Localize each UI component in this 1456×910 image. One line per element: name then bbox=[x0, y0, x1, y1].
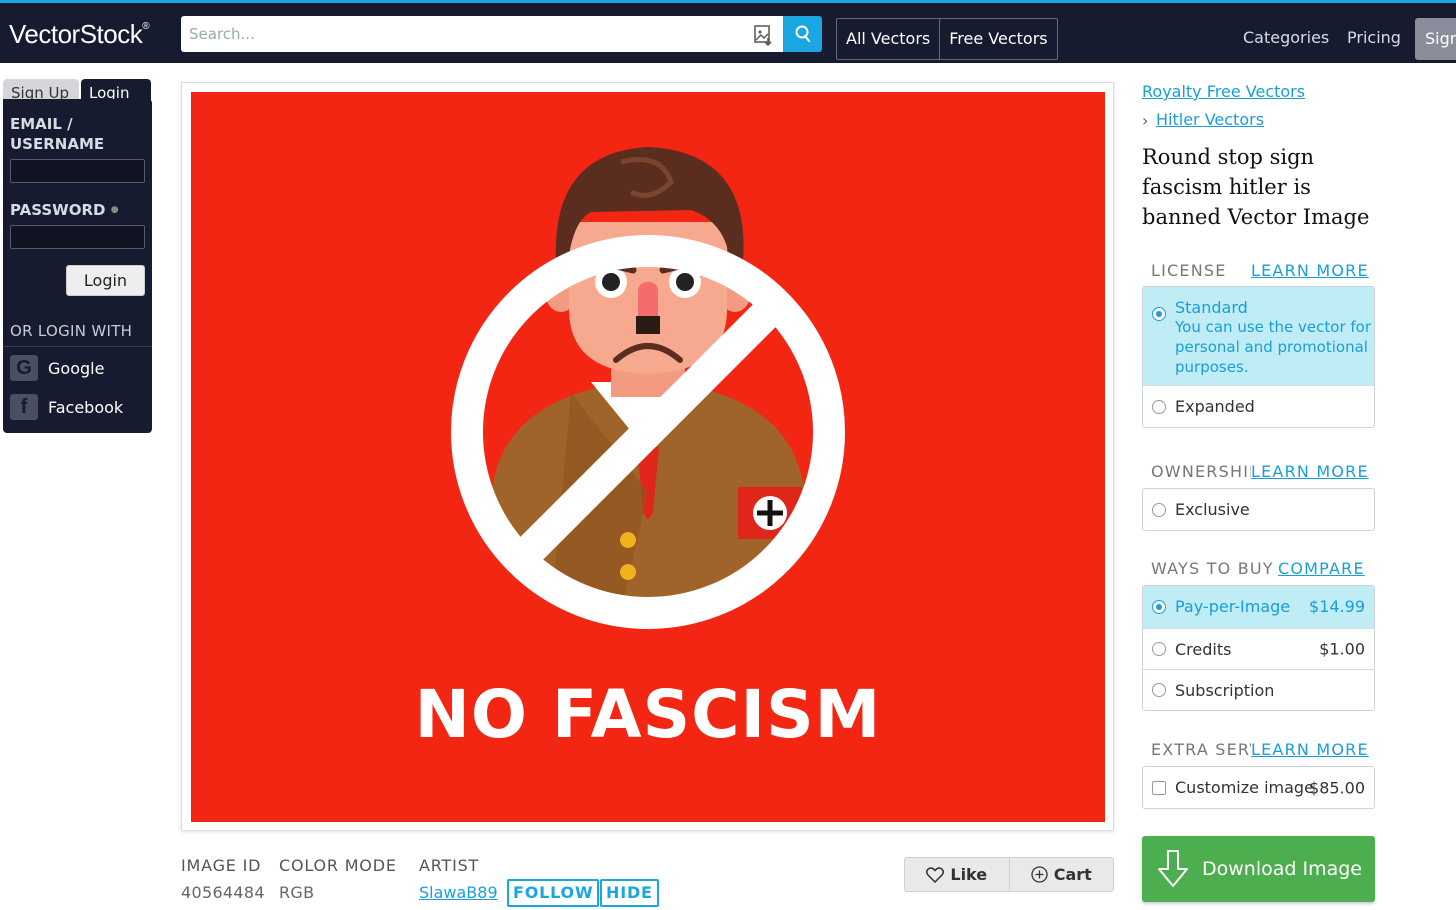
option-subscription[interactable]: Subscription bbox=[1143, 669, 1374, 710]
image-preview[interactable]: NO FASCISM bbox=[181, 82, 1114, 831]
option-customize-image[interactable]: Customize image $85.00 bbox=[1143, 767, 1374, 808]
option-pay-per-image[interactable]: Pay-per-Image $14.99 bbox=[1143, 586, 1374, 628]
search-button[interactable] bbox=[783, 16, 822, 52]
download-image-button[interactable]: Download Image bbox=[1142, 836, 1375, 902]
radio-exclusive[interactable] bbox=[1152, 502, 1166, 517]
google-icon: G bbox=[10, 355, 38, 381]
info-icon[interactable]: ● bbox=[111, 205, 119, 215]
breadcrumb-royalty-free[interactable]: Royalty Free Vectors bbox=[1142, 82, 1305, 101]
sign-up-button[interactable]: Sign bbox=[1415, 18, 1456, 60]
or-login-with: OR LOGIN WITH bbox=[10, 322, 133, 340]
option-credits[interactable]: Credits $1.00 bbox=[1143, 628, 1374, 669]
breadcrumb-separator: › bbox=[1142, 111, 1149, 130]
plus-circle-icon bbox=[1031, 866, 1048, 883]
download-arrow-icon bbox=[1158, 850, 1188, 887]
artist-label: ARTIST bbox=[419, 856, 480, 875]
nav-categories[interactable]: Categories bbox=[1243, 28, 1329, 47]
top-bar: VectorStock® All Vectors Free Vectors Ca… bbox=[0, 0, 1456, 63]
ownership-learn-more[interactable]: LEARN MORE bbox=[1251, 462, 1369, 481]
email-label: EMAIL / USERNAME bbox=[10, 115, 105, 153]
ownership-label: OWNERSHIP bbox=[1151, 462, 1260, 481]
ownership-options: Exclusive bbox=[1142, 488, 1375, 531]
tab-free-vectors[interactable]: Free Vectors bbox=[940, 19, 1056, 59]
color-mode-value: RGB bbox=[279, 883, 315, 902]
email-field[interactable] bbox=[10, 159, 145, 183]
radio-credits[interactable] bbox=[1152, 642, 1166, 656]
radio-pay-per-image[interactable] bbox=[1152, 600, 1166, 614]
breadcrumb-hitler-vectors[interactable]: Hitler Vectors bbox=[1156, 110, 1264, 129]
cart-button[interactable]: Cart bbox=[1010, 858, 1114, 891]
license-options: Standard You can use the vector for pers… bbox=[1142, 286, 1375, 428]
facebook-login[interactable]: f Facebook bbox=[10, 394, 123, 420]
password-label: PASSWORD ● bbox=[10, 201, 119, 219]
heart-icon bbox=[926, 866, 945, 883]
facebook-icon: f bbox=[10, 394, 38, 420]
image-caption: NO FASCISM bbox=[415, 676, 882, 753]
login-panel: EMAIL / USERNAME PASSWORD ● Login OR LOGI… bbox=[3, 99, 152, 433]
follow-button[interactable]: FOLLOW bbox=[507, 879, 600, 907]
like-button[interactable]: Like bbox=[905, 858, 1010, 891]
license-standard[interactable]: Standard You can use the vector for pers… bbox=[1143, 287, 1374, 385]
purchase-options: Pay-per-Image $14.99 Credits $1.00 Subsc… bbox=[1142, 585, 1375, 711]
nav-pricing[interactable]: Pricing bbox=[1347, 28, 1401, 47]
tab-all-vectors[interactable]: All Vectors bbox=[837, 19, 941, 59]
google-login[interactable]: G Google bbox=[10, 355, 104, 381]
artist-link[interactable]: SlawaB89 bbox=[419, 883, 498, 902]
divider bbox=[3, 346, 152, 347]
color-mode-label: COLOR MODE bbox=[279, 856, 397, 875]
license-label: LICENSE bbox=[1151, 261, 1227, 280]
ways-to-buy-label: WAYS TO BUY bbox=[1151, 559, 1274, 578]
image-id-label: IMAGE ID bbox=[181, 856, 262, 875]
vectorstock-logo[interactable]: VectorStock® bbox=[9, 19, 150, 50]
like-cart-group: Like Cart bbox=[904, 857, 1114, 892]
extra-services-options: Customize image $85.00 bbox=[1142, 766, 1375, 809]
license-expanded[interactable]: Expanded bbox=[1143, 385, 1374, 427]
radio-subscription[interactable] bbox=[1152, 683, 1166, 697]
password-field[interactable] bbox=[10, 225, 145, 249]
search-input[interactable] bbox=[181, 16, 741, 52]
compare-link[interactable]: COMPARE bbox=[1278, 559, 1365, 578]
checkbox-customize[interactable] bbox=[1152, 780, 1166, 795]
vector-artwork: NO FASCISM bbox=[191, 92, 1105, 822]
ownership-exclusive[interactable]: Exclusive bbox=[1143, 489, 1374, 530]
image-search-icon[interactable] bbox=[753, 24, 773, 47]
search-icon bbox=[795, 25, 810, 42]
radio-standard[interactable] bbox=[1152, 307, 1166, 321]
credits-price: $1.00 bbox=[1319, 639, 1365, 659]
license-learn-more[interactable]: LEARN MORE bbox=[1251, 261, 1369, 280]
page-title: Round stop sign fascism hitler is banned… bbox=[1142, 145, 1370, 229]
login-button[interactable]: Login bbox=[66, 265, 145, 296]
customize-price: $85.00 bbox=[1309, 778, 1365, 797]
pay-per-image-price: $14.99 bbox=[1309, 597, 1365, 616]
radio-expanded[interactable] bbox=[1152, 399, 1166, 414]
vector-type-tabs: All Vectors Free Vectors bbox=[836, 18, 1058, 60]
search-box bbox=[181, 16, 783, 52]
extra-learn-more[interactable]: LEARN MORE bbox=[1251, 740, 1369, 759]
image-id-value: 40564484 bbox=[181, 883, 265, 902]
hide-button[interactable]: HIDE bbox=[600, 879, 659, 907]
